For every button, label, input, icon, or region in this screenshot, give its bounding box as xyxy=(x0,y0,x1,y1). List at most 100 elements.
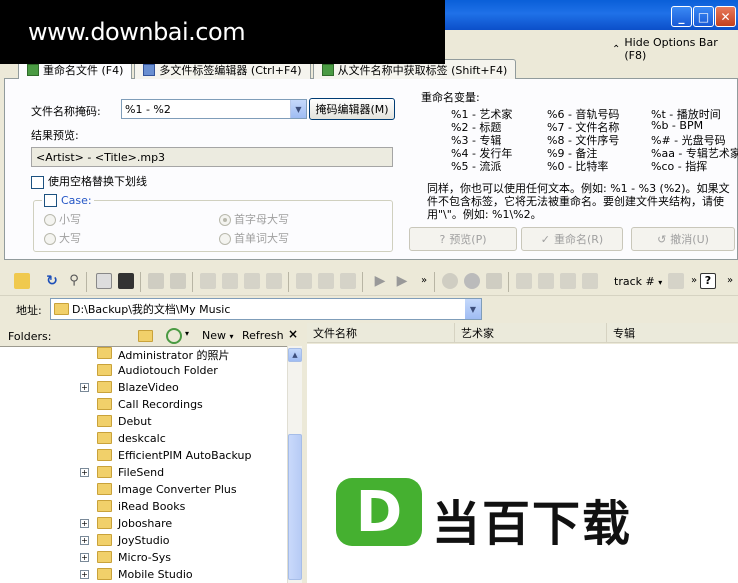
radio-first-word-upper[interactable]: 首单词大写 xyxy=(219,230,289,246)
radio-first-letter-upper[interactable]: 首字母大写 xyxy=(219,211,289,227)
tree-item-label: deskcalc xyxy=(118,432,166,445)
folder-icon xyxy=(97,534,112,546)
filename-mask-combo[interactable]: %1 - %2 ▼ xyxy=(121,99,307,119)
disc-icon[interactable] xyxy=(464,273,480,289)
chevron-down-icon[interactable]: ▼ xyxy=(465,299,481,319)
action-icon[interactable] xyxy=(668,273,684,289)
column-artist[interactable]: 艺术家 xyxy=(455,323,607,343)
expand-icon[interactable]: + xyxy=(80,553,89,562)
case-checkbox-box[interactable] xyxy=(44,194,57,207)
replace-underscores-checkbox[interactable]: 使用空格替换下划线 xyxy=(31,173,147,189)
rename-button[interactable]: ✓ 重命名(R) xyxy=(521,227,623,251)
dropdown-arrow-icon: ▾ xyxy=(229,332,234,341)
expand-icon[interactable]: + xyxy=(80,536,89,545)
search-icon[interactable]: ⚲ xyxy=(66,273,82,289)
result-preview-field: <Artist> - <Title>.mp3 xyxy=(31,147,393,167)
var-item: %5 - 流派 xyxy=(451,160,502,173)
radio-lowercase[interactable]: 小写 xyxy=(44,211,81,227)
folder-icon xyxy=(97,364,112,376)
address-combo[interactable]: D:\Backup\我的文档\My Music ▼ xyxy=(50,298,482,320)
action-icon[interactable] xyxy=(538,273,554,289)
copy-icon[interactable] xyxy=(296,273,312,289)
new-folder-button[interactable]: New ▾ xyxy=(202,329,234,342)
column-album[interactable]: 专辑 xyxy=(607,323,738,343)
more-chevron-icon[interactable]: » xyxy=(722,273,738,289)
folder-icon xyxy=(97,466,112,478)
folder-icon[interactable] xyxy=(148,273,164,289)
hide-options-bar-button[interactable]: ⌃ Hide Options Bar (F8) xyxy=(612,36,738,62)
folder-icon xyxy=(97,483,112,495)
tree-item-label: Mobile Studio xyxy=(118,568,193,581)
track-number-dropdown[interactable]: track # ▾ xyxy=(614,275,662,288)
close-button[interactable]: ✕ xyxy=(715,6,736,27)
tree-item-label: JoyStudio xyxy=(118,534,170,547)
address-label: 地址: xyxy=(16,304,42,317)
scroll-up-icon[interactable]: ▲ xyxy=(288,348,302,362)
export-icon[interactable] xyxy=(486,273,502,289)
logo-badge: D xyxy=(336,478,422,546)
help-icon[interactable]: ? xyxy=(700,273,716,289)
radio-uppercase[interactable]: 大写 xyxy=(44,230,81,246)
undo-button[interactable]: ↺ 撤消(U) xyxy=(631,227,735,251)
cut-icon[interactable] xyxy=(340,273,356,289)
action-icon[interactable] xyxy=(582,273,598,289)
refresh-button[interactable]: Refresh xyxy=(242,329,284,342)
tree-item-label: Administrator 的照片 xyxy=(118,349,230,362)
favorites-icon[interactable] xyxy=(166,328,182,344)
folder-up-icon[interactable] xyxy=(138,330,153,342)
tree-item-label: Call Recordings xyxy=(118,398,203,411)
folder-icon xyxy=(97,347,112,359)
tree-item-label: iRead Books xyxy=(118,500,186,513)
expand-icon[interactable]: + xyxy=(80,383,89,392)
list-view-icon[interactable] xyxy=(96,273,112,289)
var-item: %co - 指挥 xyxy=(651,160,708,173)
edit-tag-icon[interactable] xyxy=(200,273,216,289)
replace-underscores-label: 使用空格替换下划线 xyxy=(48,175,147,188)
more-chevron-icon[interactable]: » xyxy=(416,273,432,289)
tree-item-label: Audiotouch Folder xyxy=(118,364,218,377)
close-icon[interactable]: × xyxy=(288,327,298,341)
chevron-down-icon[interactable]: ▼ xyxy=(290,100,306,118)
document-icon[interactable] xyxy=(244,273,260,289)
grid-view-icon[interactable] xyxy=(118,273,134,289)
tab-rename-label: 重命名文件 (F4) xyxy=(43,64,124,77)
play-icon[interactable]: ▶ xyxy=(372,273,388,289)
clipboard-icon[interactable] xyxy=(266,273,282,289)
tag-icon[interactable] xyxy=(222,273,238,289)
open-folder-icon[interactable] xyxy=(14,273,30,289)
expand-icon[interactable]: + xyxy=(80,468,89,477)
maximize-button[interactable]: □ xyxy=(693,6,714,27)
mask-editor-button[interactable]: 掩码编辑器(M) xyxy=(309,98,395,120)
action-icon[interactable] xyxy=(516,273,532,289)
radio-circle[interactable] xyxy=(44,233,56,245)
tree-item-label: Micro-Sys xyxy=(118,551,172,564)
radio-circle[interactable] xyxy=(44,214,56,226)
tag-editor-icon xyxy=(143,63,156,76)
scroll-thumb[interactable] xyxy=(288,434,302,580)
folder-up-icon[interactable] xyxy=(170,273,186,289)
radio-circle-selected[interactable] xyxy=(219,214,231,226)
next-icon[interactable]: ▶ xyxy=(394,273,410,289)
cd-icon[interactable] xyxy=(442,273,458,289)
action-icon[interactable] xyxy=(560,273,576,289)
minimize-button[interactable]: _ xyxy=(671,6,692,27)
paste-icon[interactable] xyxy=(318,273,334,289)
folders-scrollbar[interactable]: ▲ xyxy=(287,346,302,583)
toolbar-separator xyxy=(140,272,141,292)
folder-icon xyxy=(97,568,112,580)
preview-button[interactable]: ? 预览(P) xyxy=(409,227,517,251)
radio-circle[interactable] xyxy=(219,233,231,245)
question-icon: ? xyxy=(439,232,446,246)
toolbar-separator xyxy=(288,272,289,292)
folders-tree[interactable]: Administrator 的照片 Audiotouch Folder + Bla… xyxy=(0,346,302,583)
expand-icon[interactable]: + xyxy=(80,570,89,579)
checkbox-box[interactable] xyxy=(31,175,44,189)
column-filename[interactable]: 文件名称 xyxy=(307,323,455,343)
rename-options-panel: 文件名称掩码: %1 - %2 ▼ 掩码编辑器(M) 结果预览: <Artist… xyxy=(4,78,738,260)
expand-icon[interactable]: + xyxy=(80,519,89,528)
folder-icon xyxy=(97,432,112,444)
refresh-icon[interactable]: ↻ xyxy=(44,273,60,289)
chevron-down-icon[interactable]: ▾ xyxy=(185,329,189,338)
case-group: Case: 小写 大写 首字母大写 首单词大写 xyxy=(33,194,393,252)
case-checkbox[interactable]: Case: xyxy=(42,194,94,207)
